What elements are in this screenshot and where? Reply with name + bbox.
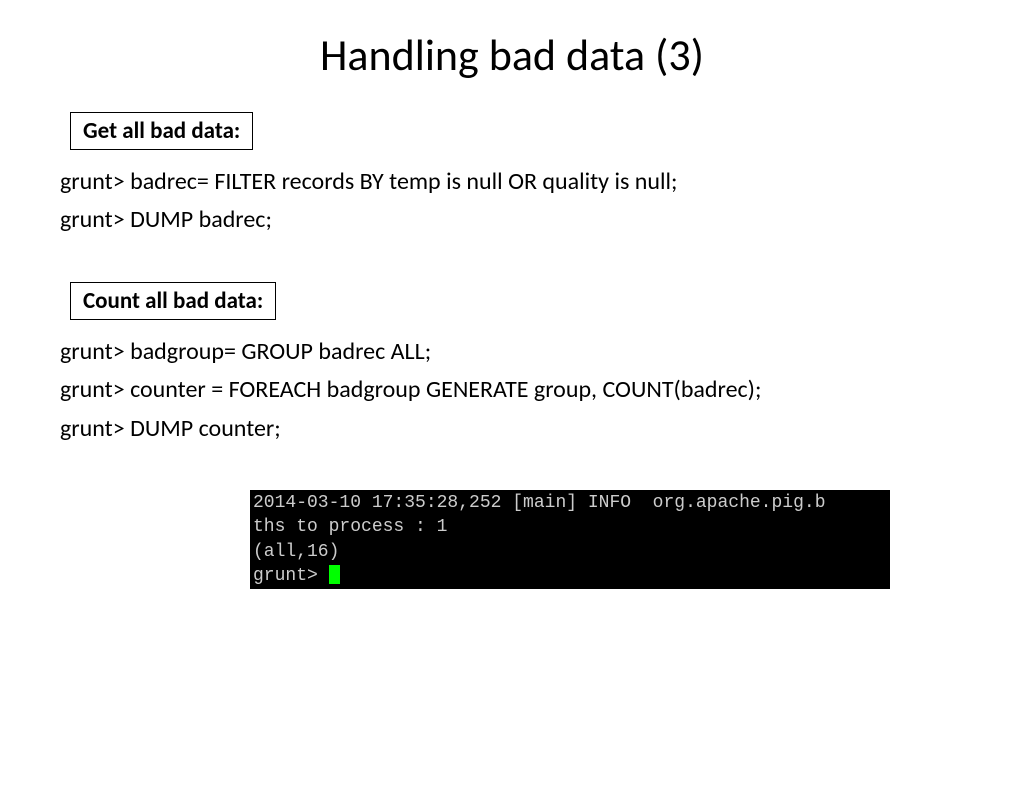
slide-content: Get all bad data: grunt> badrec= FILTER …: [0, 112, 1024, 589]
terminal-prompt: grunt>: [253, 566, 329, 586]
code-line: grunt> badgroup= GROUP badrec ALL;: [60, 336, 974, 368]
terminal-line: 2014-03-10 17:35:28,252 [main] INFO org.…: [253, 493, 826, 513]
code-line: grunt> counter = FOREACH badgroup GENERA…: [60, 374, 974, 406]
cursor-icon: [329, 565, 340, 584]
code-line: grunt> DUMP badrec;: [60, 204, 974, 236]
section-get-bad-data: Get all bad data: grunt> badrec= FILTER …: [60, 112, 974, 237]
label-count-all-bad-data: Count all bad data:: [70, 282, 276, 320]
section-count-bad-data: Count all bad data: grunt> badgroup= GRO…: [60, 282, 974, 445]
code-line: grunt> badrec= FILTER records BY temp is…: [60, 166, 974, 198]
code-line: grunt> DUMP counter;: [60, 413, 974, 445]
terminal-line: (all,16): [253, 542, 339, 562]
terminal-output: 2014-03-10 17:35:28,252 [main] INFO org.…: [250, 490, 890, 589]
terminal-line: ths to process : 1: [253, 517, 447, 537]
slide-title: Handling bad data (3): [0, 28, 1024, 82]
label-get-all-bad-data: Get all bad data:: [70, 112, 253, 150]
